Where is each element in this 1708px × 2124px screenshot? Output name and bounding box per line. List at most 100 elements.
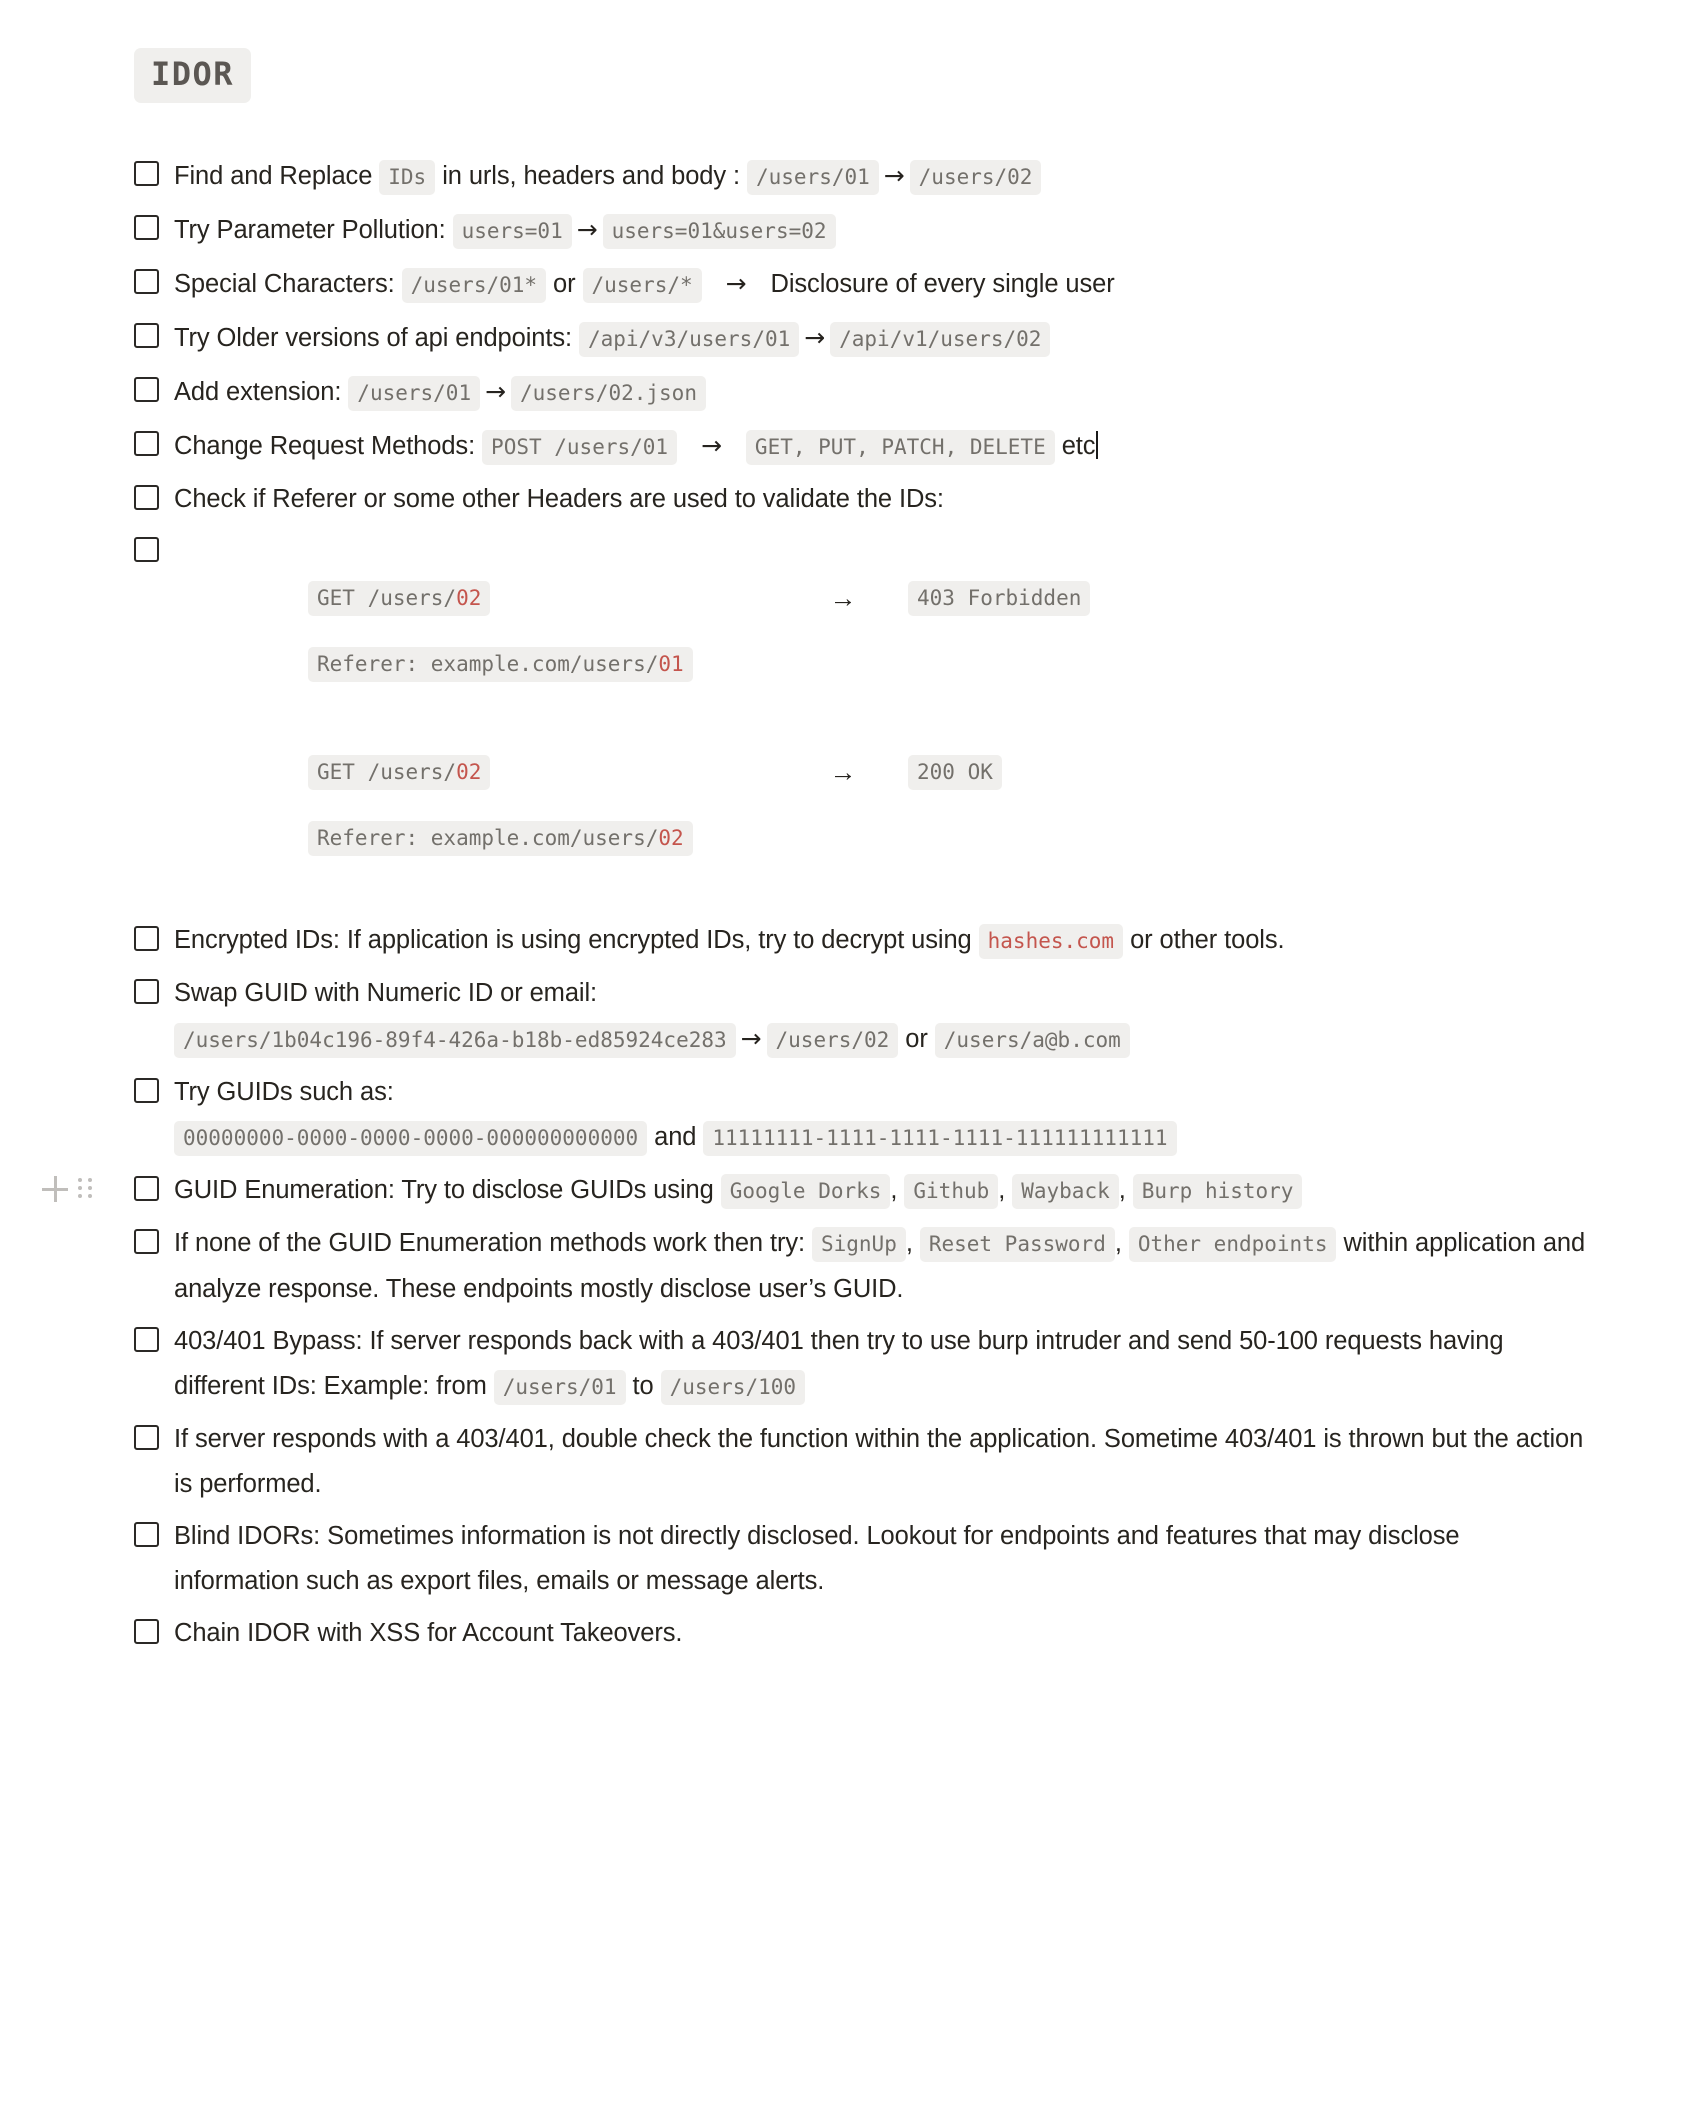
list-item[interactable]: GUID Enumeration: Try to disclose GUIDs …: [42, 1168, 1588, 1214]
label-text: 403/401 Bypass: If server responds back …: [174, 1327, 1504, 1401]
checkbox[interactable]: [134, 377, 159, 403]
checkbox[interactable]: [134, 1619, 159, 1645]
block-controls[interactable]: [42, 1176, 92, 1203]
list-item[interactable]: If none of the GUID Enumeration methods …: [134, 1221, 1588, 1312]
code-chip-header: Referer: example.com/users/02: [308, 820, 693, 856]
arrow-icon: →: [829, 582, 857, 613]
drag-handle-icon[interactable]: [78, 1178, 92, 1200]
code-chip-header: Referer: example.com/users/01: [308, 646, 693, 682]
code-chip-request: GET /users/02: [308, 581, 491, 617]
checkbox[interactable]: [134, 1522, 159, 1548]
code-chip: /users/*: [582, 268, 702, 304]
code-chip: users=01: [452, 214, 572, 250]
code-chip: 11111111-1111-1111-1111-111111111111: [703, 1121, 1177, 1157]
label-text: Encrypted IDs: If application is using e…: [174, 926, 979, 955]
label-text: ,: [998, 1176, 1013, 1205]
checkbox[interactable]: [134, 323, 159, 349]
checkbox[interactable]: [134, 161, 159, 187]
label-text: or: [546, 270, 583, 299]
arrow-icon: →: [883, 161, 905, 191]
code-chip: /users/01*: [401, 268, 547, 304]
code-chip: IDs: [379, 160, 436, 196]
checkbox[interactable]: [134, 485, 159, 511]
code-chip: 00000000-0000-0000-0000-000000000000: [174, 1121, 648, 1157]
list-item[interactable]: Chain IDOR with XSS for Account Takeover…: [134, 1611, 1588, 1656]
list-item[interactable]: Try GUIDs such as: 00000000-0000-0000-000…: [134, 1070, 1588, 1161]
list-item-label: [174, 529, 1588, 574]
page-title-wrap: IDOR: [0, 0, 1708, 104]
list-item[interactable]: Try Parameter Pollution: users=01 → users=…: [134, 207, 1588, 254]
code-chip: Google Dorks: [720, 1174, 891, 1210]
label-text: Change Request Methods:: [174, 432, 483, 461]
checkbox[interactable]: [134, 1176, 159, 1202]
text-cursor: [1096, 431, 1099, 460]
code-chip-request: GET /users/02: [308, 755, 491, 791]
checkbox[interactable]: [134, 215, 159, 241]
list-item[interactable]: Find and Replace IDs in urls, headers an…: [134, 153, 1588, 200]
list-item[interactable]: Add extension: /users/01 →/users/02.json: [134, 369, 1588, 416]
list-item[interactable]: Swap GUID with Numeric ID or email: /user…: [134, 971, 1588, 1063]
code-chip: /users/a@b.com: [934, 1023, 1130, 1059]
list-item[interactable]: Try Older versions of api endpoints: /ap…: [134, 315, 1588, 362]
code-chip: Reset Password: [919, 1227, 1115, 1263]
highlighted-id: 01: [658, 651, 684, 676]
list-item-label: Swap GUID with Numeric ID or email: /user…: [174, 971, 1588, 1063]
checkbox[interactable]: [134, 926, 159, 952]
checklist-group-secondary: Encrypted IDs: If application is using e…: [42, 918, 1588, 1656]
code-chip: /users/01: [747, 160, 879, 196]
idor-checklist-page: IDOR Find and Replace IDs in urls, heade…: [0, 0, 1708, 2124]
list-item[interactable]: [134, 529, 1588, 574]
list-item-label: Change Request Methods: POST /users/01 → G…: [174, 423, 1588, 470]
code-chip: /users/1b04c196-89f4-426a-b18b-ed85924ce…: [174, 1023, 736, 1059]
list-item[interactable]: Check if Referer or some other Headers a…: [134, 477, 1588, 522]
list-item-label: Blind IDORs: Sometimes information is no…: [174, 1514, 1588, 1604]
label-text: Blind IDORs: Sometimes information is no…: [174, 1522, 1460, 1596]
checkbox[interactable]: [134, 1078, 159, 1104]
checkbox[interactable]: [134, 979, 159, 1005]
checkbox[interactable]: [134, 1327, 159, 1353]
code-chip-response: 200 OK: [908, 755, 1002, 791]
label-text: If none of the GUID Enumeration methods …: [174, 1229, 812, 1258]
checkbox[interactable]: [134, 1229, 159, 1255]
checklist: Find and Replace IDs in urls, headers an…: [0, 153, 1708, 1656]
list-item[interactable]: Encrypted IDs: If application is using e…: [134, 918, 1588, 964]
label-text: GUID Enumeration: Try to disclose GUIDs …: [174, 1176, 721, 1205]
example-header-line: Referer: example.com/users/01: [308, 636, 1588, 692]
label-text: Try GUIDs such as:: [174, 1078, 394, 1107]
list-item[interactable]: 403/401 Bypass: If server responds back …: [134, 1319, 1588, 1410]
list-item[interactable]: Blind IDORs: Sometimes information is no…: [134, 1514, 1588, 1604]
list-item[interactable]: If server responds with a 403/401, doubl…: [134, 1417, 1588, 1507]
list-item-label: Encrypted IDs: If application is using e…: [174, 918, 1588, 964]
checkbox[interactable]: [134, 269, 159, 295]
label-text: Special Characters:: [174, 270, 402, 299]
plus-icon[interactable]: [42, 1176, 68, 1203]
response-cell: 200 OK: [908, 755, 1002, 791]
checkbox[interactable]: [134, 1425, 159, 1451]
arrow-icon: →: [725, 269, 747, 299]
checkbox[interactable]: [134, 431, 159, 457]
list-item[interactable]: Change Request Methods: POST /users/01 → G…: [134, 423, 1588, 470]
checklist-group-primary: Find and Replace IDs in urls, headers an…: [134, 153, 1588, 522]
label-text: Add extension:: [174, 378, 349, 407]
code-chip: /users/02.json: [510, 376, 706, 412]
label-text: Swap GUID with Numeric ID or email:: [174, 979, 598, 1008]
arrow-icon: →: [701, 431, 722, 461]
checkbox[interactable]: [134, 537, 159, 563]
page-title[interactable]: IDOR: [134, 48, 252, 104]
list-item[interactable]: Special Characters: /users/01* or /users…: [134, 261, 1588, 308]
code-chip: /users/100: [660, 1370, 806, 1406]
code-chip: Other endpoints: [1128, 1227, 1337, 1263]
list-item-label: Special Characters: /users/01* or /users…: [174, 261, 1588, 308]
code-chip-link[interactable]: hashes.com: [978, 924, 1124, 960]
list-item-label: Add extension: /users/01 →/users/02.json: [174, 369, 1588, 416]
label-text: and: [647, 1123, 704, 1152]
list-item-label: Find and Replace IDs in urls, headers an…: [174, 153, 1588, 200]
arrow-icon: →: [576, 215, 598, 245]
arrow-icon: →: [485, 377, 506, 407]
label-text: Check if Referer or some other Headers a…: [174, 485, 944, 514]
label-text: Try Older versions of api endpoints:: [174, 324, 579, 353]
label-text: etc: [1054, 432, 1096, 461]
code-chip: Wayback: [1012, 1174, 1119, 1210]
